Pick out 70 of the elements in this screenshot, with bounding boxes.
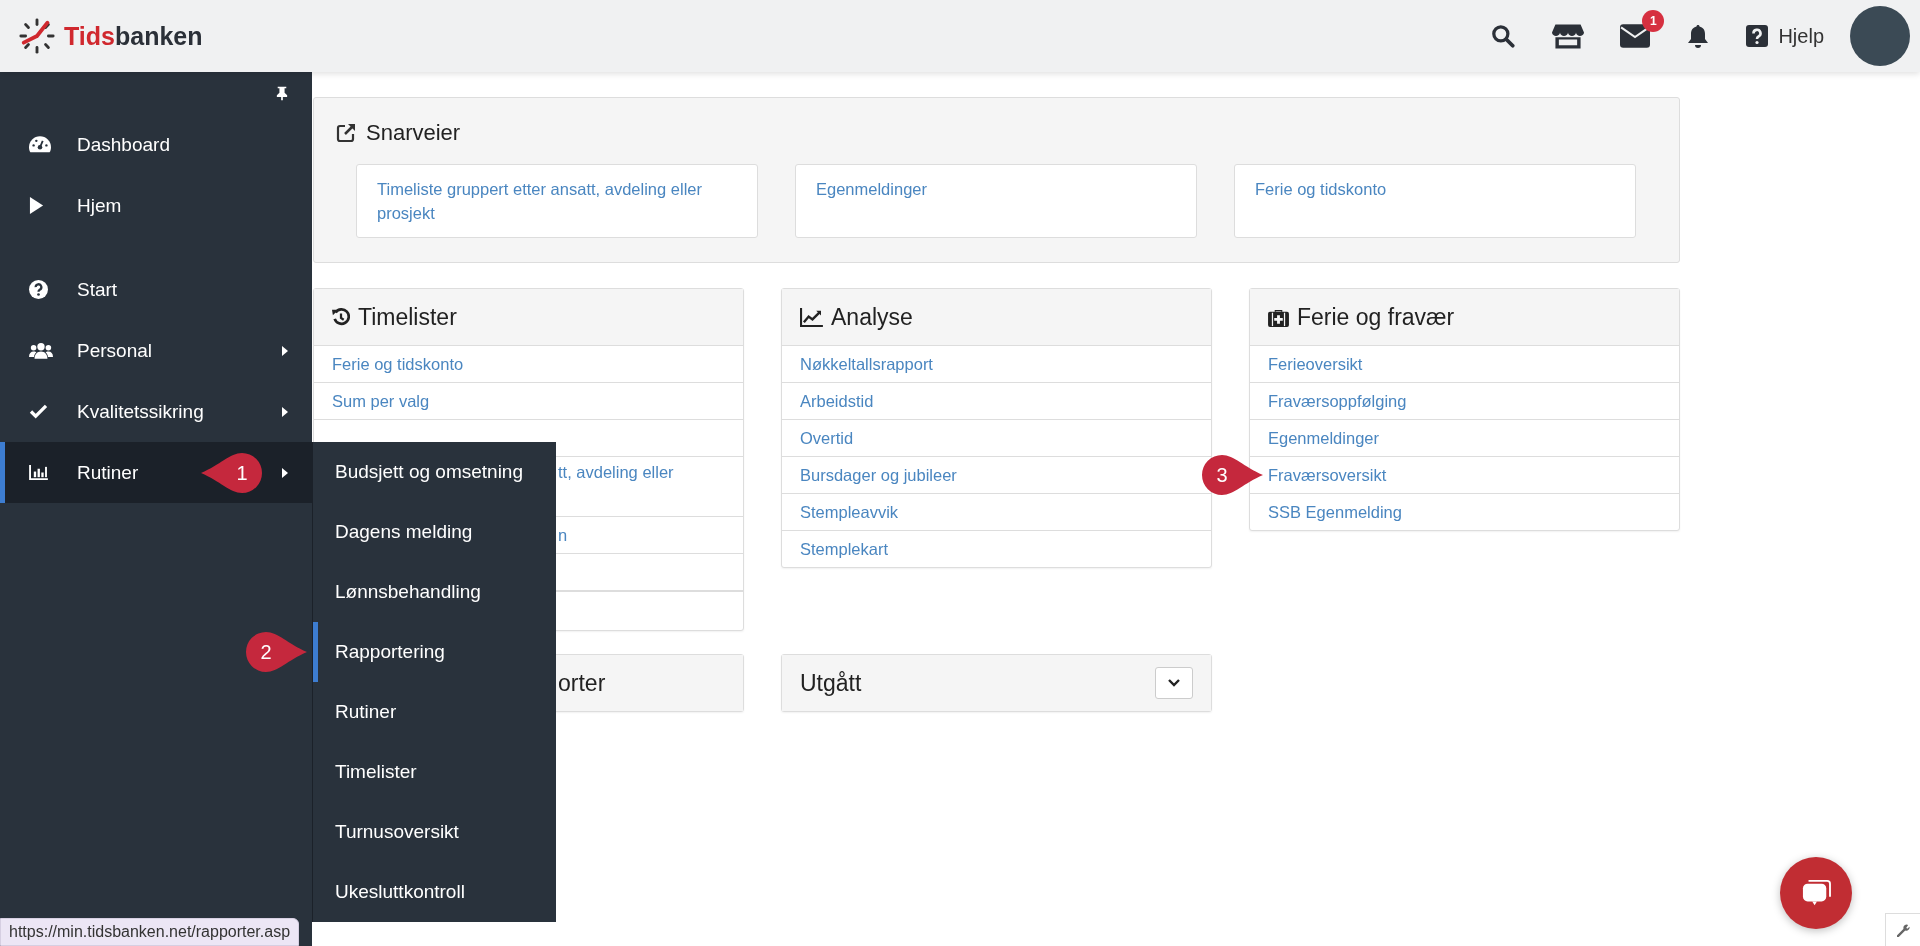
- chat-button[interactable]: [1780, 857, 1852, 929]
- report-link[interactable]: Fraværsoversikt: [1268, 465, 1387, 485]
- shortcut-link[interactable]: Ferie og tidskonto: [1234, 164, 1636, 238]
- play-icon: [29, 196, 44, 215]
- pin-icon[interactable]: [276, 85, 288, 101]
- report-link[interactable]: Fraværsoppfølging: [1268, 391, 1407, 411]
- bell-icon[interactable]: [1686, 22, 1711, 50]
- report-link[interactable]: SSB Egenmelding: [1268, 502, 1402, 522]
- report-link[interactable]: Arbeidstid: [800, 391, 874, 411]
- history-icon: [332, 308, 350, 326]
- avatar[interactable]: [1850, 6, 1910, 66]
- sidebar-item[interactable]: Start: [0, 259, 312, 320]
- panel-title: Analyse: [831, 303, 914, 331]
- submenu-item[interactable]: Dagens melding: [313, 502, 556, 562]
- submenu-item[interactable]: Rutiner: [313, 682, 556, 742]
- report-link[interactable]: Egenmeldinger: [1268, 428, 1379, 448]
- report-link[interactable]: Nøkkeltallsrapport: [800, 354, 933, 374]
- panel-title: Ferie og fravær: [1297, 303, 1456, 331]
- report-link[interactable]: Stemplekart: [800, 539, 889, 559]
- panel-title: Utgått: [800, 669, 863, 697]
- chat-icon: [1801, 879, 1831, 907]
- step-marker: 2: [244, 630, 308, 674]
- report-link[interactable]: Ferie og tidskonto: [332, 354, 464, 374]
- panel-title: Timelister: [358, 303, 458, 331]
- chevron-down-icon: [1168, 679, 1180, 687]
- report-link[interactable]: Stempleavvik: [800, 502, 899, 522]
- submenu-item[interactable]: Lønnsbehandling: [313, 562, 556, 622]
- sidebar-item[interactable]: Kvalitetssikring: [0, 381, 312, 442]
- medkit-icon: [1268, 307, 1289, 327]
- report-link[interactable]: tt, avdeling eller: [558, 463, 674, 482]
- panel-title: Snarveier: [366, 120, 461, 146]
- submenu-item[interactable]: Turnusoversikt: [313, 802, 556, 862]
- tool-button[interactable]: [1885, 913, 1920, 946]
- submenu-item[interactable]: Ukesluttkontroll: [313, 862, 556, 922]
- bar-chart-icon: [29, 465, 48, 480]
- sidebar-item[interactable]: Hjem: [0, 175, 312, 236]
- step-marker: 3: [1200, 453, 1264, 497]
- submenu-item[interactable]: Timelister: [313, 742, 556, 802]
- report-link[interactable]: Ferieoversikt: [1268, 354, 1363, 374]
- report-link[interactable]: Sum per valg: [332, 391, 430, 411]
- users-icon: [29, 342, 53, 359]
- sidebar-item[interactable]: Personal: [0, 320, 312, 381]
- external-link-icon: [336, 123, 356, 143]
- store-icon[interactable]: [1552, 22, 1585, 50]
- help-button[interactable]: Hjelp: [1746, 24, 1824, 48]
- expand-button[interactable]: [1155, 667, 1193, 699]
- line-chart-icon: [800, 307, 823, 327]
- search-icon[interactable]: [1490, 23, 1517, 49]
- notification-badge: 1: [1642, 10, 1665, 32]
- help-circle-icon: [29, 280, 48, 299]
- report-link[interactable]: Overtid: [800, 428, 854, 448]
- dashboard-icon: [29, 136, 51, 153]
- caret-icon: [282, 406, 288, 417]
- shortcut-link[interactable]: Timeliste gruppert etter ansatt, avdeling eller prosjekt: [356, 164, 758, 238]
- caret-icon: [282, 345, 288, 356]
- caret-icon: [282, 467, 288, 478]
- panel-title: orter: [558, 669, 607, 697]
- check-icon: [29, 404, 48, 419]
- step-marker: 1: [200, 451, 264, 495]
- status-url: https://min.tidsbanken.net/rapporter.asp: [0, 918, 300, 946]
- sidebar-item[interactable]: Dashboard: [0, 114, 312, 175]
- shortcut-link[interactable]: Egenmeldinger: [795, 164, 1197, 238]
- brand-name[interactable]: Tidsbanken: [64, 21, 203, 51]
- logo-icon: [18, 17, 56, 55]
- envelope-icon[interactable]: [1620, 24, 1651, 48]
- submenu-item[interactable]: Budsjett og omsetning: [313, 442, 556, 502]
- help-icon: [1746, 25, 1769, 47]
- report-link[interactable]: Bursdager og jubileer: [800, 465, 957, 485]
- wrench-icon: [1896, 923, 1910, 937]
- report-link[interactable]: n: [558, 525, 568, 545]
